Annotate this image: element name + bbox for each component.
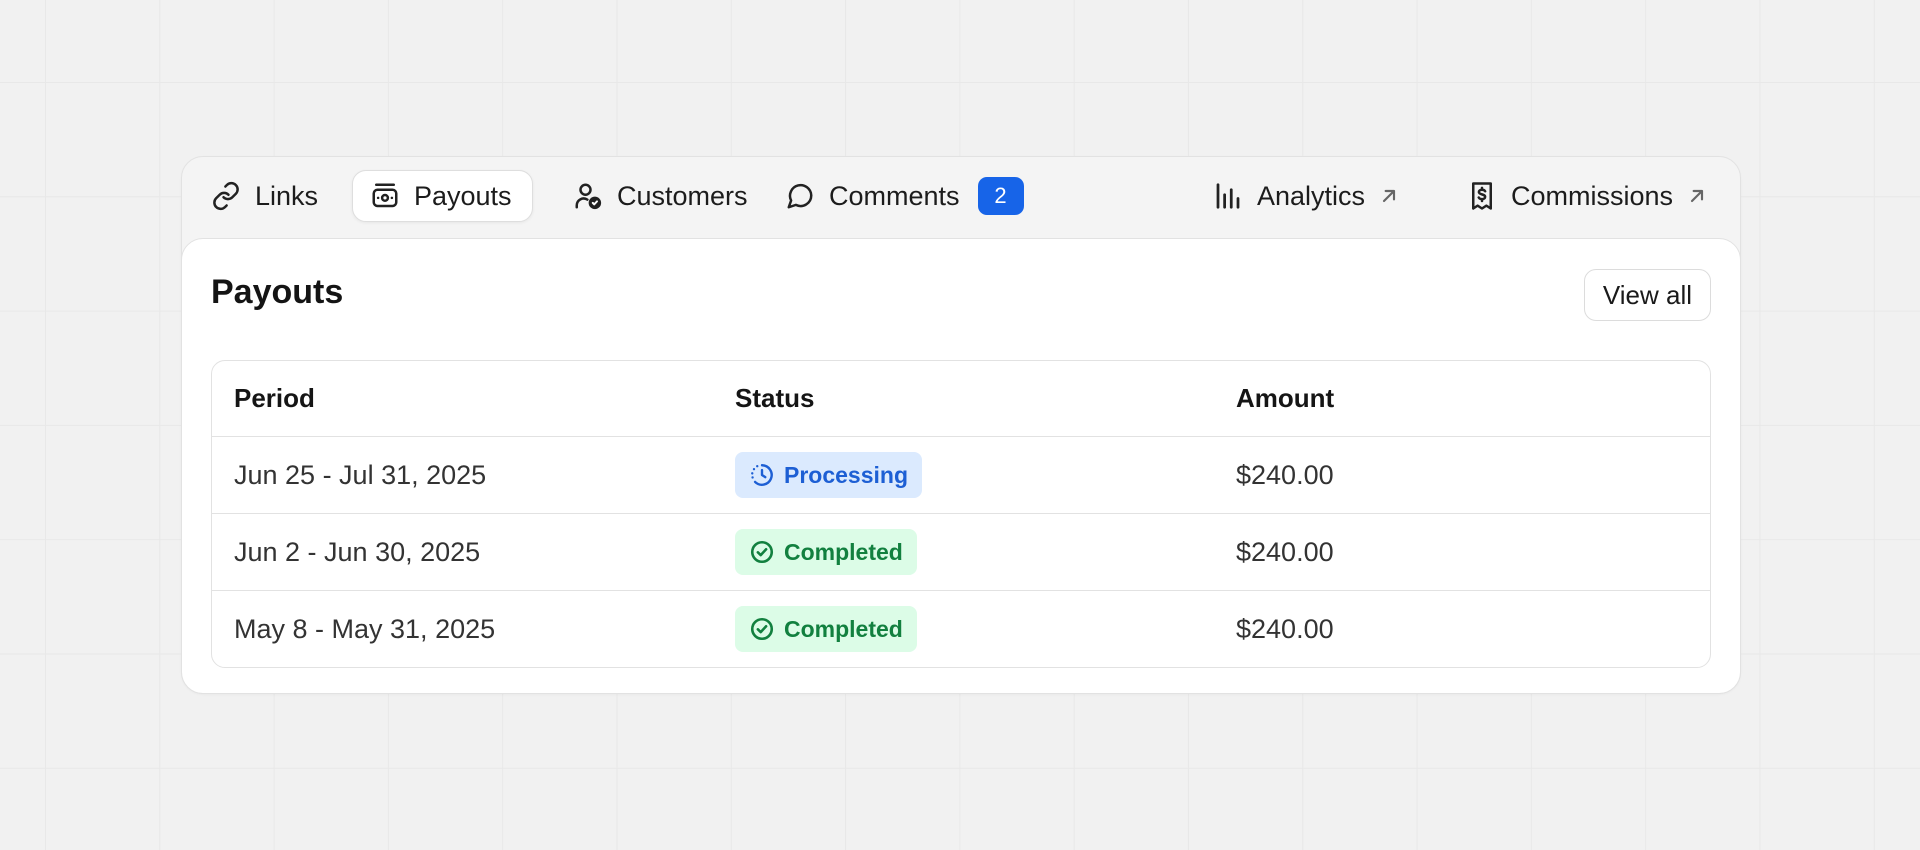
period-cell: Jun 25 - Jul 31, 2025	[234, 459, 487, 490]
tab-label: Customers	[617, 180, 748, 211]
tab-label: Payouts	[414, 180, 512, 211]
user-check-icon	[575, 183, 602, 210]
tab-bar: Links Payouts Customers Comments 2 Analy…	[182, 157, 1740, 239]
amount-cell: $240.00	[1236, 613, 1334, 644]
panel-title: Payouts	[211, 273, 344, 311]
tab-label: Links	[255, 180, 319, 211]
tab-analytics[interactable]: Analytics	[1196, 170, 1416, 222]
tab-label: Analytics	[1257, 180, 1366, 211]
status-badge: Completed	[735, 529, 917, 575]
tab-commissions[interactable]: Commissions	[1450, 170, 1724, 222]
tab-label: Commissions	[1511, 180, 1674, 211]
receipt-dollar-icon	[1472, 182, 1492, 210]
table-row[interactable]: Jun 25 - Jul 31, 2025 Processing $240.00	[212, 436, 1710, 513]
check-circle-icon	[750, 540, 774, 564]
tab-label: Comments	[829, 180, 960, 211]
amount-cell: $240.00	[1236, 536, 1334, 567]
status-badge: Completed	[735, 606, 917, 652]
status-cell: Processing	[713, 452, 1214, 498]
tab-comments[interactable]: Comments 2	[768, 170, 1041, 222]
payouts-table: Period Status Amount Jun 25 - Jul 31, 20…	[211, 360, 1711, 668]
table-header-row: Period Status Amount	[212, 361, 1710, 436]
tab-customers[interactable]: Customers	[556, 170, 765, 222]
status-label: Processing	[784, 461, 908, 488]
period-cell: May 8 - May 31, 2025	[234, 613, 496, 644]
status-cell: Completed	[713, 606, 1214, 652]
tab-links[interactable]: Links	[194, 170, 335, 222]
status-cell: Completed	[713, 529, 1214, 575]
comments-count-badge: 2	[977, 177, 1024, 215]
column-header-period: Period	[234, 383, 315, 413]
check-circle-icon	[750, 617, 774, 641]
status-label: Completed	[784, 615, 903, 642]
view-all-button[interactable]: View all	[1583, 269, 1711, 321]
column-header-amount: Amount	[1236, 383, 1335, 413]
money-icon	[372, 183, 398, 208]
table-row[interactable]: May 8 - May 31, 2025 Completed $240.00	[212, 590, 1710, 667]
link-icon	[213, 181, 239, 211]
external-arrow-icon	[1690, 189, 1704, 203]
table-row[interactable]: Jun 2 - Jun 30, 2025 Completed $240.00	[212, 513, 1710, 590]
column-header-status: Status	[735, 383, 815, 413]
payouts-card: Links Payouts Customers Comments 2 Analy…	[181, 156, 1741, 694]
period-cell: Jun 2 - Jun 30, 2025	[234, 536, 481, 567]
external-arrow-icon	[1382, 189, 1396, 203]
tab-payouts[interactable]: Payouts	[352, 170, 533, 222]
status-badge: Processing	[735, 452, 922, 498]
payouts-panel: Payouts View all Period Status Amount Ju…	[181, 238, 1741, 694]
bar-chart-icon	[1216, 183, 1240, 209]
chat-bubble-icon	[787, 183, 813, 209]
clock-dashed-icon	[751, 464, 773, 486]
amount-cell: $240.00	[1236, 459, 1334, 490]
status-label: Completed	[784, 538, 903, 565]
